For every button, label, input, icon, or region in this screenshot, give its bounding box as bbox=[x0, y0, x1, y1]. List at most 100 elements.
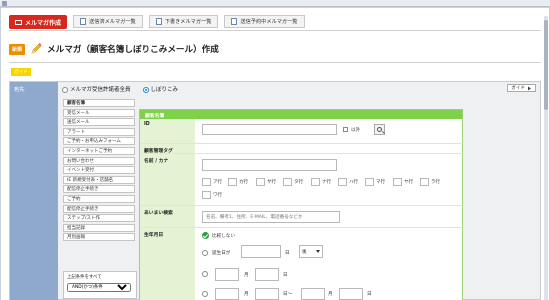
category-item[interactable]: イベント受付 bbox=[63, 166, 135, 175]
page: メルマガ作成 送信済メルマガ一覧 下書きメルマガ一覧 送信予約中メルマガ一覧 新… bbox=[1, 8, 549, 300]
category-list: 顧客名簿 受信メール 送信メール アラート ご予約・お申込みフォーム インターネ… bbox=[63, 99, 135, 243]
name-input[interactable] bbox=[202, 159, 337, 171]
kana-checkbox[interactable] bbox=[420, 178, 429, 186]
chevron-down-icon bbox=[316, 250, 320, 253]
guide-button[interactable]: ガイド bbox=[507, 84, 536, 92]
birthday-range-day-from[interactable] bbox=[255, 288, 279, 300]
birthday-after-label: 誕生日が bbox=[212, 251, 231, 256]
recipient-label: 宛先 bbox=[14, 87, 25, 93]
category-item[interactable]: 担当記録 bbox=[63, 223, 135, 232]
fuzzy-search-input[interactable]: 名前、備考1、住所、E-MAIL、電話番号などか bbox=[202, 211, 340, 223]
category-item[interactable]: 配信停止手続き bbox=[63, 204, 135, 213]
recipient-options: メルマガ受信許諾者全員 しぼりこみ bbox=[62, 84, 178, 94]
birthday-range-day-to[interactable] bbox=[339, 288, 363, 300]
kana-checkbox[interactable] bbox=[393, 178, 402, 186]
recipient-option-filter[interactable]: しぼりこみ bbox=[142, 85, 179, 93]
document-icon bbox=[231, 18, 238, 25]
form-header: 顧客名簿 bbox=[140, 110, 462, 119]
birthday-none-label: 比較しない bbox=[212, 234, 235, 239]
row-birthday: 生年月日 比較しない 誕生日が 日 後 月 日 月 日〜 月 日 bbox=[140, 228, 464, 300]
title-row: 新規 メルマガ（顧客名簿しぼりこみメール）作成 bbox=[9, 40, 219, 58]
birthday-range-month-from[interactable] bbox=[215, 288, 239, 300]
birthday-month-input[interactable] bbox=[215, 268, 239, 281]
tab-scheduled-list[interactable]: 送信予約中メルマガ一覧 bbox=[224, 15, 305, 28]
birthday-direction-select[interactable]: 後 bbox=[299, 245, 323, 258]
category-item[interactable]: お問い合わせ bbox=[63, 156, 135, 165]
tab-scheduled-list-label: 送信予約中メルマガ一覧 bbox=[240, 19, 298, 25]
page-title: メルマガ（顧客名簿しぼりこみメール）作成 bbox=[47, 45, 219, 55]
category-item[interactable]: ご予約 bbox=[63, 194, 135, 203]
radio-filter[interactable] bbox=[142, 86, 149, 93]
kana-label: カ行 bbox=[239, 180, 248, 185]
exclude-checkbox[interactable] bbox=[343, 127, 348, 132]
tab-draft-list[interactable]: 下書きメルマガ一覧 bbox=[148, 15, 219, 28]
category-item[interactable]: 送信メール bbox=[63, 118, 135, 127]
mail-icon bbox=[15, 19, 22, 25]
birthday-range-month-to[interactable] bbox=[301, 288, 325, 300]
category-item[interactable]: アラート bbox=[63, 127, 135, 136]
condition-filter-label: 上記条件をすべて bbox=[67, 275, 102, 280]
chevron-right-icon bbox=[528, 86, 531, 90]
kana-label: ア行 bbox=[213, 180, 222, 185]
guide-tag[interactable]: ガイド bbox=[11, 68, 31, 76]
category-item[interactable]: ご予約・お申込みフォーム bbox=[63, 137, 135, 146]
tab-sent-list[interactable]: 送信済メルマガ一覧 bbox=[73, 15, 143, 28]
condition-select[interactable]: AND(かつ)条件 bbox=[67, 283, 131, 292]
row-tag-label: 顧客管理タグ bbox=[140, 144, 195, 154]
birthday-range-radio[interactable] bbox=[202, 291, 208, 297]
category-item[interactable]: インターネットご予約 bbox=[63, 146, 135, 155]
birthday-day-unit: 日 bbox=[285, 251, 290, 256]
birthday-days-input[interactable] bbox=[241, 245, 281, 258]
recipient-label-column: 宛先 bbox=[10, 82, 58, 300]
radio-all[interactable] bbox=[62, 86, 68, 93]
create-newsletter-label: メルマガ作成 bbox=[25, 19, 62, 27]
condition-filter: 上記条件をすべて AND(かつ)条件 bbox=[63, 271, 137, 299]
tab-draft-list-label: 下書きメルマガ一覧 bbox=[164, 19, 212, 25]
kana-checkbox[interactable] bbox=[311, 178, 320, 186]
kana-checkbox[interactable] bbox=[338, 178, 347, 186]
category-item[interactable]: IE 新規受付表・店舗名 bbox=[63, 175, 135, 184]
kana-label: ヤ行 bbox=[404, 180, 413, 185]
birthday-day-input[interactable] bbox=[255, 268, 279, 281]
kana-checkbox[interactable] bbox=[283, 178, 292, 186]
guide-button-label: ガイド bbox=[511, 86, 525, 91]
recipient-option-all[interactable]: メルマガ受信許諾者全員 bbox=[62, 85, 131, 93]
category-item[interactable]: ステップ/スト作 bbox=[63, 214, 135, 223]
kana-checkbox[interactable] bbox=[365, 178, 374, 186]
document-icon bbox=[80, 18, 87, 25]
recipient-option-all-label: メルマガ受信許諾者全員 bbox=[70, 87, 131, 93]
row-id: ID 以外 bbox=[140, 119, 464, 144]
document-icon bbox=[155, 18, 162, 25]
row-name: 名前 / カナ ア行 カ行 サ行 タ行 ナ行 ハ行 マ行 ヤ行 ラ行 ワ行 bbox=[140, 154, 464, 206]
birthday-month-unit: 月 bbox=[244, 273, 249, 278]
birthday-none-radio[interactable] bbox=[202, 232, 209, 239]
row-birthday-label: 生年月日 bbox=[140, 228, 195, 300]
kana-checkbox[interactable] bbox=[202, 178, 211, 186]
birthday-month-unit: 月 bbox=[328, 292, 333, 297]
scrollbar-thumb[interactable] bbox=[544, 20, 548, 110]
kana-label: ラ行 bbox=[431, 180, 440, 185]
customer-form: 顧客名簿 ID 以外 顧客管理タグ 名前 / カナ ア行 カ行 サ行 タ行 ナ行… bbox=[139, 109, 464, 300]
kana-checkbox[interactable] bbox=[228, 178, 237, 186]
exclude-label: 以外 bbox=[351, 128, 361, 133]
category-item[interactable]: 配信停止手続き bbox=[63, 185, 135, 194]
row-fuzzy-search-label: あいまい検索 bbox=[140, 206, 195, 227]
category-item[interactable]: 顧客名簿 bbox=[63, 99, 135, 107]
recipient-option-filter-label: しぼりこみ bbox=[150, 87, 179, 93]
birthday-month-unit: 月 bbox=[244, 292, 249, 297]
row-name-label: 名前 / カナ bbox=[140, 154, 195, 205]
kana-label: ワ行 bbox=[213, 193, 222, 198]
kana-checkbox[interactable] bbox=[202, 191, 211, 199]
create-newsletter-button[interactable]: メルマガ作成 bbox=[9, 15, 68, 29]
kana-checkbox[interactable] bbox=[256, 178, 265, 186]
category-item[interactable]: 受信メール bbox=[63, 108, 135, 117]
birthday-day-unit: 日 bbox=[283, 273, 288, 278]
search-button[interactable] bbox=[374, 124, 385, 135]
birthday-after-radio[interactable] bbox=[202, 250, 208, 256]
birthday-date-radio[interactable] bbox=[202, 271, 208, 277]
id-input[interactable] bbox=[202, 124, 337, 135]
category-item[interactable]: 月別画報 bbox=[63, 233, 135, 242]
kana-label: サ行 bbox=[267, 180, 276, 185]
birthday-direction-value: 後 bbox=[302, 249, 307, 255]
window-chrome bbox=[0, 0, 550, 7]
